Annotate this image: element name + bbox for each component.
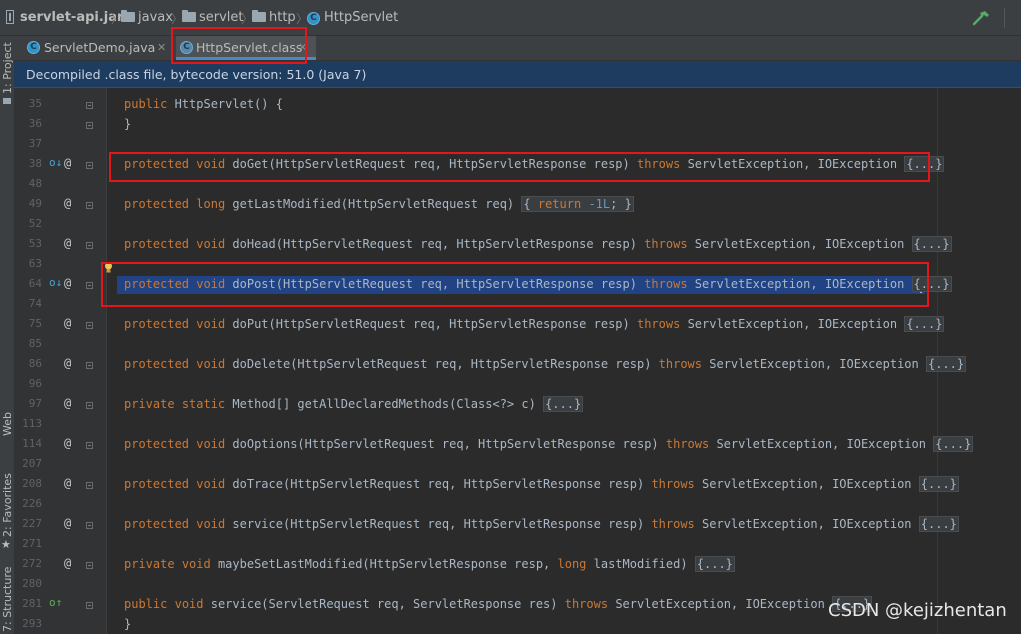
code-line[interactable]: protected void doTrace(HttpServletReques… bbox=[124, 476, 959, 492]
line-number: 64 bbox=[28, 277, 42, 290]
annotation-marker-icon: @ bbox=[64, 476, 72, 490]
line-number: 271 bbox=[22, 537, 42, 550]
left-tool-strip: 1: Project Web 2: Favorites ★ 7: Structu… bbox=[0, 36, 15, 634]
folder-icon bbox=[182, 10, 196, 22]
overridden-icon[interactable]: o↓ bbox=[49, 156, 62, 169]
fold-toggle-icon[interactable] bbox=[86, 162, 93, 169]
line-number: 37 bbox=[28, 137, 42, 150]
project-folder-icon bbox=[3, 98, 11, 104]
fold-toggle-icon[interactable] bbox=[86, 522, 93, 529]
line-number: 208 bbox=[22, 477, 42, 490]
code-line[interactable]: protected void doDelete(HttpServletReque… bbox=[124, 356, 967, 372]
fold-toggle-icon[interactable] bbox=[86, 242, 93, 249]
fold-toggle-icon[interactable] bbox=[86, 282, 93, 289]
navigation-bar: servlet-api.jar 〉 javax 〉 servlet 〉 http… bbox=[0, 0, 1021, 36]
line-number: 36 bbox=[28, 117, 42, 130]
overrides-icon[interactable]: o↑ bbox=[49, 596, 62, 609]
fold-toggle-icon[interactable] bbox=[86, 322, 93, 329]
line-number: 114 bbox=[22, 437, 42, 450]
fold-toggle-icon[interactable] bbox=[86, 482, 93, 489]
line-number: 227 bbox=[22, 517, 42, 530]
fold-toggle-icon[interactable] bbox=[86, 122, 93, 129]
line-number: 49 bbox=[28, 197, 42, 210]
favorites-tool-button[interactable]: 2: Favorites bbox=[1, 473, 14, 537]
annotation-marker-icon: @ bbox=[64, 276, 72, 290]
code-line[interactable]: protected void doPut(HttpServletRequest … bbox=[124, 316, 945, 332]
line-number: 63 bbox=[28, 257, 42, 270]
code-line[interactable]: private static Method[] getAllDeclaredMe… bbox=[124, 396, 584, 412]
overridden-icon[interactable]: o↓ bbox=[49, 276, 62, 289]
line-number: 85 bbox=[28, 337, 42, 350]
code-line[interactable]: } bbox=[124, 617, 131, 631]
java-class-icon: C bbox=[27, 41, 40, 54]
star-icon: ★ bbox=[1, 538, 11, 551]
class-icon: C bbox=[307, 12, 320, 25]
code-line[interactable]: protected void service(HttpServletReques… bbox=[124, 516, 959, 532]
breadcrumb-javax[interactable]: javax bbox=[138, 9, 173, 27]
code-line[interactable]: protected void doOptions(HttpServletRequ… bbox=[124, 436, 974, 452]
code-line[interactable]: public HttpServlet() { bbox=[124, 97, 283, 111]
annotation-marker-icon: @ bbox=[64, 156, 72, 170]
code-line[interactable]: private void maybeSetLastModified(HttpSe… bbox=[124, 556, 735, 572]
annotation-marker-icon: @ bbox=[64, 236, 72, 250]
fold-toggle-icon[interactable] bbox=[86, 402, 93, 409]
folder-icon bbox=[252, 10, 266, 22]
line-number: 272 bbox=[22, 557, 42, 570]
line-number: 53 bbox=[28, 237, 42, 250]
annotation-marker-icon: @ bbox=[64, 396, 72, 410]
decompiled-banner: Decompiled .class file, bytecode version… bbox=[14, 61, 1021, 88]
line-number: 38 bbox=[28, 157, 42, 170]
fold-toggle-icon[interactable] bbox=[86, 562, 93, 569]
line-number: 48 bbox=[28, 177, 42, 190]
editor-tabs: C ServletDemo.java ✕ C HttpServlet.class… bbox=[14, 36, 1021, 61]
line-number: 280 bbox=[22, 577, 42, 590]
tab-label: ServletDemo.java bbox=[44, 40, 156, 55]
web-tool-button[interactable]: Web bbox=[1, 412, 14, 436]
line-number: 207 bbox=[22, 457, 42, 470]
fold-toggle-icon[interactable] bbox=[86, 442, 93, 449]
line-number: 74 bbox=[28, 297, 42, 310]
line-number: 52 bbox=[28, 217, 42, 230]
annotation-box-doget bbox=[109, 152, 930, 182]
toolbar-divider bbox=[1004, 8, 1005, 28]
code-line[interactable]: } bbox=[124, 117, 131, 131]
breadcrumb-httpservlet[interactable]: HttpServlet bbox=[324, 9, 398, 27]
line-number: 113 bbox=[22, 417, 42, 430]
code-line[interactable]: protected long getLastModified(HttpServl… bbox=[124, 196, 634, 212]
tab-servletdemo[interactable]: C ServletDemo.java ✕ bbox=[20, 36, 174, 60]
annotation-marker-icon: @ bbox=[64, 196, 72, 210]
line-number: 35 bbox=[28, 97, 42, 110]
code-line[interactable]: public void service(ServletRequest req, … bbox=[124, 596, 873, 612]
line-number: 86 bbox=[28, 357, 42, 370]
annotation-marker-icon: @ bbox=[64, 556, 72, 570]
jar-icon bbox=[6, 10, 14, 24]
line-number: 97 bbox=[28, 397, 42, 410]
fold-toggle-icon[interactable] bbox=[86, 362, 93, 369]
breadcrumb-http[interactable]: http bbox=[269, 9, 296, 27]
structure-tool-button[interactable]: 7: Structure bbox=[1, 567, 14, 632]
annotation-marker-icon: @ bbox=[64, 356, 72, 370]
annotation-marker-icon: @ bbox=[64, 316, 72, 330]
breadcrumb-jar[interactable]: servlet-api.jar bbox=[20, 9, 123, 27]
line-number: 293 bbox=[22, 617, 42, 630]
annotation-box-tab bbox=[171, 27, 307, 64]
annotation-box-dopost bbox=[101, 262, 929, 307]
line-number: 226 bbox=[22, 497, 42, 510]
breadcrumb-servlet[interactable]: servlet bbox=[199, 9, 244, 27]
watermark: CSDN @kejizhentan bbox=[828, 600, 1007, 621]
build-hammer-icon[interactable] bbox=[972, 10, 990, 26]
annotation-marker-icon: @ bbox=[64, 436, 72, 450]
annotation-marker-icon: @ bbox=[64, 516, 72, 530]
line-number: 75 bbox=[28, 317, 42, 330]
code-line[interactable]: protected void doHead(HttpServletRequest… bbox=[124, 236, 952, 252]
fold-toggle-icon[interactable] bbox=[86, 202, 93, 209]
close-icon[interactable]: ✕ bbox=[157, 36, 166, 60]
line-number: 96 bbox=[28, 377, 42, 390]
folder-icon bbox=[121, 10, 135, 22]
project-tool-button[interactable]: 1: Project bbox=[1, 42, 14, 94]
line-number: 281 bbox=[22, 597, 42, 610]
fold-toggle-icon[interactable] bbox=[86, 602, 93, 609]
fold-toggle-icon[interactable] bbox=[86, 102, 93, 109]
